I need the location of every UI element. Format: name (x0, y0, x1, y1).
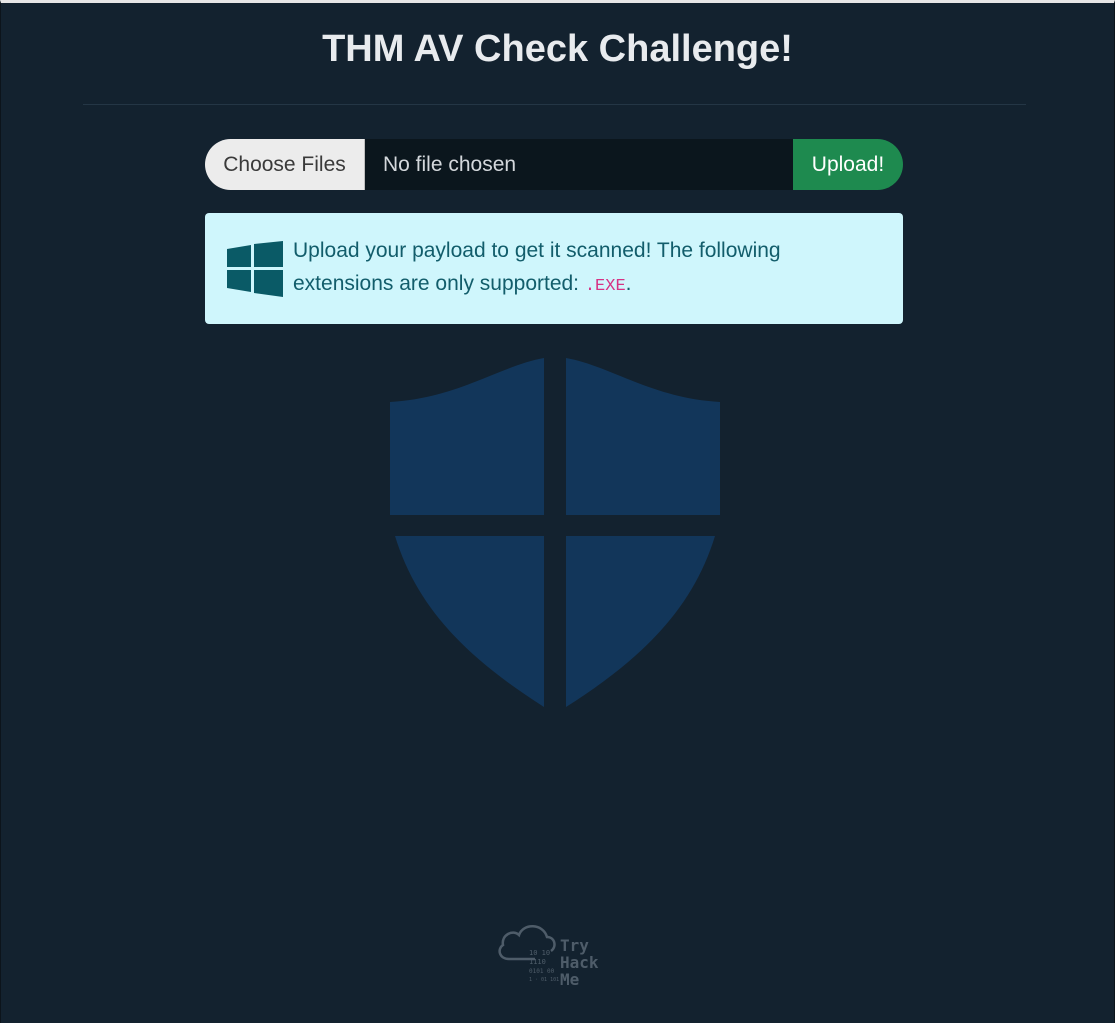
svg-text:10 10: 10 10 (529, 949, 550, 957)
extension-code: .EXE (584, 277, 626, 296)
svg-text:0101 00: 0101 00 (529, 968, 555, 975)
file-status-label: No file chosen (365, 139, 793, 190)
info-message-end: . (625, 272, 632, 295)
logo-word-try: Try (560, 936, 589, 955)
header-divider (83, 104, 1026, 105)
choose-files-button[interactable]: Choose Files (205, 139, 365, 190)
logo-word-me: Me (560, 970, 580, 989)
upload-form: Choose Files No file chosen Upload! (205, 139, 903, 190)
tryhackme-logo: 10 10 1110 0101 00 1 · 01 101 Try Hack M… (495, 919, 615, 989)
info-alert: Upload your payload to get it scanned! T… (205, 213, 903, 324)
info-message: Upload your payload to get it scanned! T… (293, 234, 885, 303)
info-message-text: Upload your payload to get it scanned! T… (293, 239, 781, 295)
logo-word-hack: Hack (560, 953, 599, 972)
cloud-icon: 10 10 1110 0101 00 1 · 01 101 (498, 925, 559, 983)
page-title: THM AV Check Challenge! (322, 28, 793, 70)
shield-icon (390, 358, 720, 707)
svg-text:1 · 01 101: 1 · 01 101 (529, 977, 559, 983)
upload-button[interactable]: Upload! (793, 139, 903, 190)
svg-text:1110: 1110 (529, 958, 546, 966)
windows-icon (227, 241, 283, 297)
